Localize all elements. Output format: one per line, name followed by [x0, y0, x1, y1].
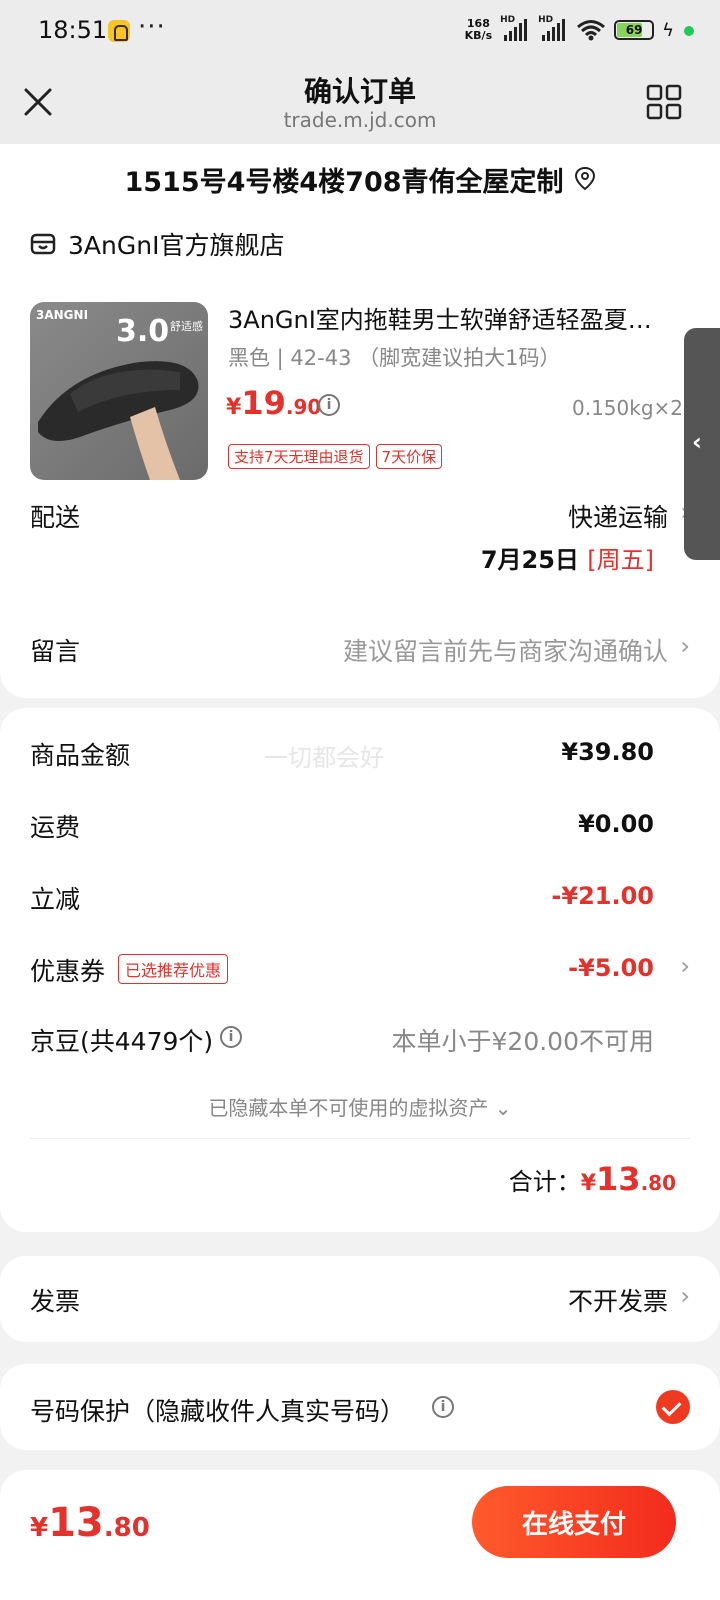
charging-icon: ϟ: [662, 19, 674, 41]
privacy-indicator-icon: [684, 26, 694, 36]
shipping-address[interactable]: 1515号4号楼4楼708青侑全屋定制: [0, 144, 720, 214]
goods-amount-label: 商品金额: [30, 741, 131, 770]
slipper-illustration: [38, 361, 199, 480]
number-protection-checkbox[interactable]: [656, 1390, 690, 1424]
order-total: 合计：¥13.80: [508, 1160, 676, 1198]
price-info-icon[interactable]: i: [318, 394, 340, 416]
shipping-fee-value: ¥0.00: [578, 810, 654, 838]
shop-name: 3AnGnI官方旗舰店: [68, 231, 285, 260]
page-url: trade.m.jd.com: [283, 108, 437, 132]
wifi-icon: [577, 20, 606, 41]
status-bar: 18:51 ··· 168 KB/s HD HD 69 ϟ: [0, 0, 720, 62]
network-speed: 168 KB/s: [464, 17, 493, 42]
more-notifications-icon: ···: [138, 12, 166, 42]
nav-bar: 确认订单 trade.m.jd.com: [0, 62, 720, 144]
invoice-row[interactable]: 发票 不开发票 ›: [0, 1256, 720, 1342]
checkout-total: ¥13.80: [30, 1500, 150, 1546]
coupon-chevron-icon[interactable]: ›: [680, 952, 690, 980]
jd-beans-info-icon[interactable]: i: [220, 1026, 242, 1048]
battery-icon: 69: [614, 20, 655, 40]
delivery-date: 7月25日 [周五]: [480, 546, 654, 574]
delivery-method[interactable]: 快递运输: [568, 498, 668, 534]
checkout-bar: ¥13.80 在线支付: [0, 1470, 720, 1600]
status-indicators: 168 KB/s HD HD 69 ϟ: [464, 15, 674, 42]
app-notification-icon: [108, 20, 130, 42]
product-name[interactable]: 3AnGnI室内拖鞋男士软弹舒适轻盈夏…: [228, 300, 698, 335]
status-time: 18:51: [38, 16, 108, 44]
service-tags: 支持7天无理由退货 7天价保: [228, 444, 443, 469]
number-protection-info-icon[interactable]: i: [432, 1396, 454, 1418]
invoice-label: 发票: [30, 1287, 81, 1316]
number-protection-row: 号码保护（隐藏收件人真实号码） i: [0, 1364, 720, 1450]
side-drawer-handle[interactable]: ‹: [684, 328, 720, 560]
store-icon: [30, 233, 56, 255]
pay-online-button[interactable]: 在线支付: [472, 1486, 676, 1558]
jd-beans-value: 本单小于¥20.00不可用: [391, 1027, 654, 1056]
product-weight-quantity: 0.150kg×2: [572, 396, 684, 420]
invoice-chevron-icon[interactable]: ›: [680, 1282, 690, 1310]
location-pin-icon: [574, 166, 595, 191]
product-card: 3AnGnI官方旗舰店 3ANGNI 3.0 舒适感 3AnGnI室内拖鞋男士软…: [0, 214, 720, 698]
coupon-value[interactable]: -¥5.00: [568, 954, 654, 982]
signal-icon: HD: [500, 15, 530, 41]
number-protection-label: 号码保护（隐藏收件人真实号码）: [30, 1397, 406, 1426]
product-price: ¥19.90: [226, 384, 322, 422]
shop-header[interactable]: 3AnGnI官方旗舰店: [30, 226, 284, 262]
hidden-assets-toggle[interactable]: 已隐藏本单不可使用的虚拟资产 ⌄: [0, 1092, 720, 1121]
shipping-fee-label: 运费: [30, 813, 81, 842]
address-text: 1515号4号楼4楼708青侑全屋定制: [124, 166, 564, 198]
instant-discount-label: 立减: [30, 885, 81, 914]
coupon-badge: 已选推荐优惠: [118, 954, 229, 984]
product-spec: 黑色 | 42-43 （脚宽建议拍大1码）: [228, 346, 561, 370]
message-chevron-icon[interactable]: ›: [680, 632, 690, 660]
jd-beans-label: 京豆(共4479个): [30, 1027, 214, 1056]
signal-icon-2: HD: [538, 15, 568, 41]
delivery-label: 配送: [30, 503, 81, 532]
watermark: 一切都会好: [264, 744, 384, 772]
return-policy-tag: 支持7天无理由退货: [228, 444, 370, 469]
divider: [30, 1138, 690, 1139]
grid-menu-icon[interactable]: [646, 84, 682, 120]
chevron-left-icon: ‹: [692, 428, 702, 456]
product-image[interactable]: 3ANGNI 3.0 舒适感: [30, 302, 208, 480]
goods-amount-value: ¥39.80: [561, 738, 654, 766]
message-label: 留言: [30, 637, 81, 666]
price-summary-card: 一切都会好 商品金额 ¥39.80 运费 ¥0.00 立减 -¥21.00 优惠…: [0, 708, 720, 1232]
coupon-label: 优惠券: [30, 957, 106, 986]
price-protection-tag: 7天价保: [375, 444, 443, 469]
page-title: 确认订单: [303, 75, 416, 108]
instant-discount-value: -¥21.00: [551, 882, 654, 910]
invoice-value: 不开发票: [567, 1287, 668, 1316]
message-input[interactable]: 建议留言前先与商家沟通确认: [343, 632, 668, 668]
